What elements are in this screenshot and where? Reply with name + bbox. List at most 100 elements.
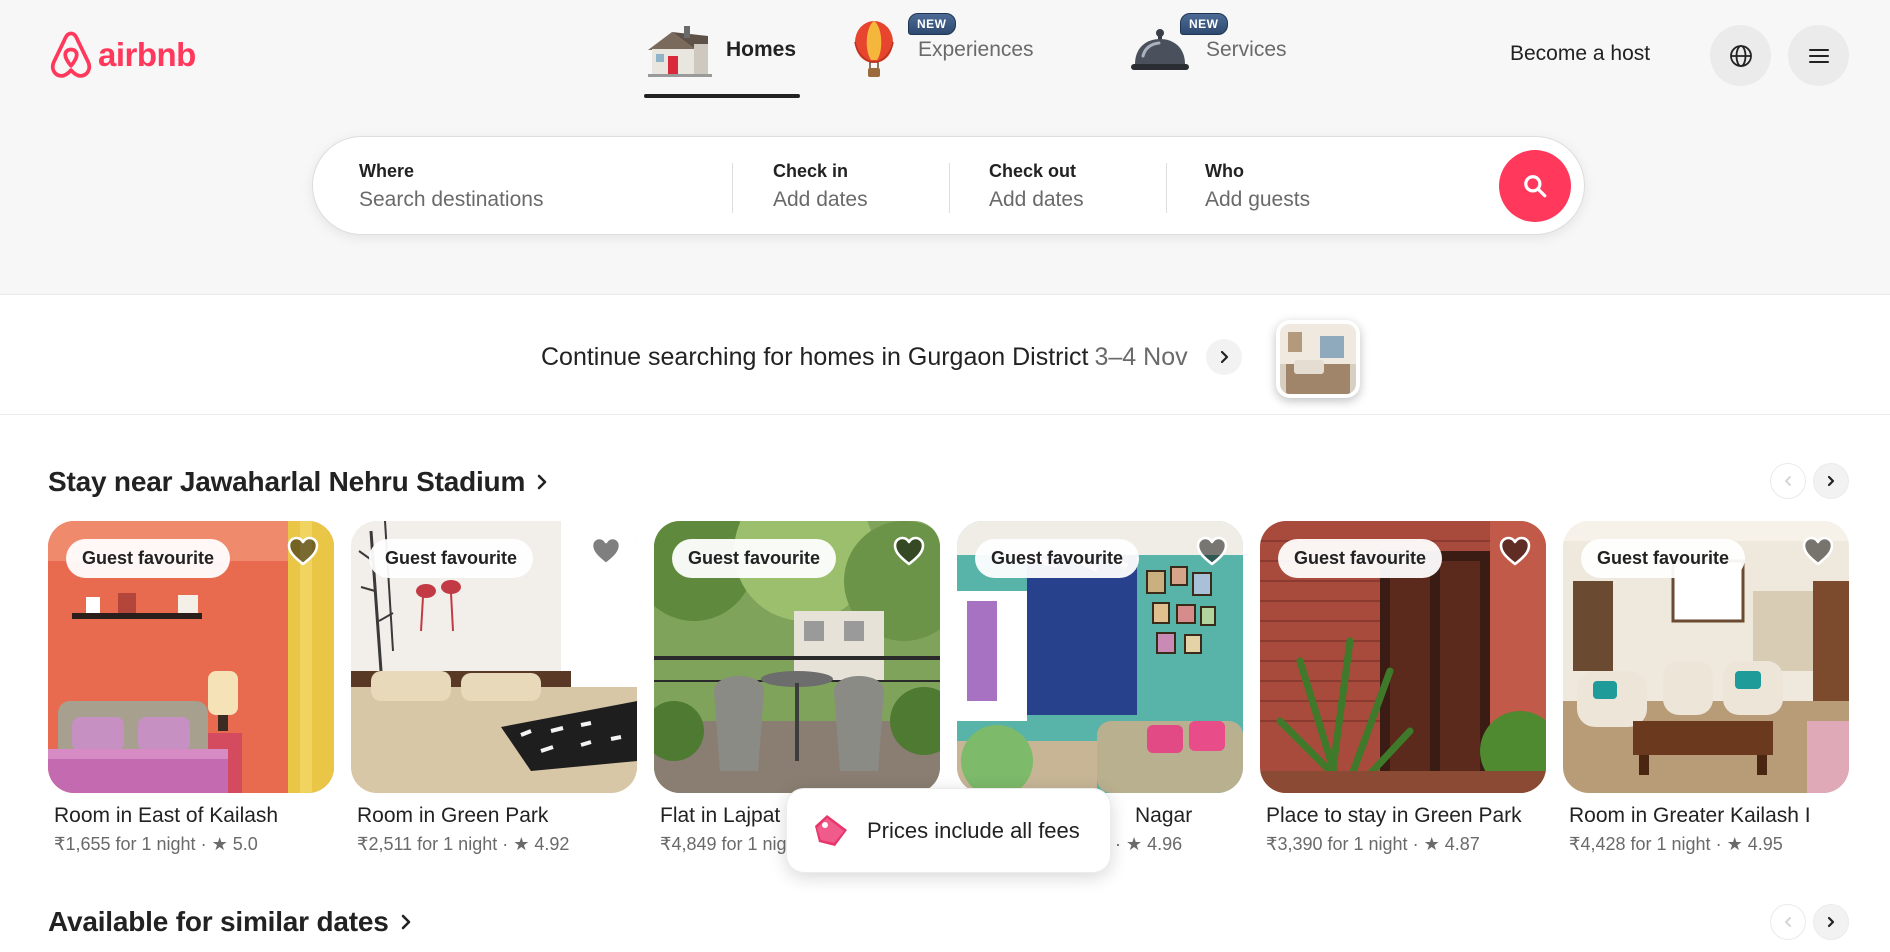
guest-favourite-badge: Guest favourite bbox=[369, 539, 534, 578]
prices-include-fees-toast[interactable]: Prices include all fees bbox=[786, 788, 1111, 873]
carousel-next-button[interactable] bbox=[1813, 463, 1849, 499]
listing-price: ₹4,849 for 1 nig bbox=[660, 834, 787, 854]
star-icon: ★ bbox=[1726, 834, 1743, 854]
listing-price: ₹2,511 for 1 night bbox=[357, 834, 498, 854]
listing-price-rating: ₹2,511 for 1 night · ★ 4.92 bbox=[351, 834, 637, 855]
carousel-prev-button[interactable] bbox=[1770, 904, 1806, 940]
airbnb-wordmark: airbnb bbox=[98, 36, 196, 73]
guest-favourite-badge: Guest favourite bbox=[672, 539, 837, 578]
check-in-value: Add dates bbox=[773, 188, 868, 211]
who-value: Add guests bbox=[1205, 188, 1311, 211]
section-title-similar-dates[interactable]: Available for similar dates bbox=[48, 906, 413, 938]
listing-photo: Guest favourite bbox=[957, 521, 1243, 793]
tab-homes[interactable]: Homes bbox=[640, 0, 800, 100]
house-icon bbox=[640, 20, 716, 80]
listing-rating: 4.92 bbox=[534, 834, 570, 854]
section-title-label: Available for similar dates bbox=[48, 906, 389, 937]
separator-dot: · bbox=[1115, 834, 1126, 854]
continue-searching-button[interactable] bbox=[1205, 339, 1242, 375]
toast-text: Prices include all fees bbox=[867, 817, 1080, 843]
star-icon: ★ bbox=[513, 834, 530, 854]
section-title-stay-near[interactable]: Stay near Jawaharlal Nehru Stadium bbox=[48, 466, 549, 498]
hamburger-menu-icon bbox=[1808, 48, 1829, 63]
destination-search-input[interactable] bbox=[359, 188, 689, 212]
who-label: Who bbox=[1205, 161, 1244, 181]
who-field[interactable]: Who Add guests bbox=[1205, 161, 1310, 212]
listing-card[interactable]: Guest favourite Room in Greater Kailash … bbox=[1563, 521, 1849, 855]
carousel-prev-button[interactable] bbox=[1770, 463, 1806, 499]
new-badge: NEW bbox=[1180, 13, 1228, 35]
where-field[interactable]: Where bbox=[359, 161, 689, 212]
chevron-left-icon bbox=[1785, 917, 1791, 927]
section-title-label: Stay near Jawaharlal Nehru Stadium bbox=[48, 466, 526, 497]
search-button[interactable] bbox=[1499, 150, 1571, 222]
become-a-host-link[interactable]: Become a host bbox=[1510, 42, 1650, 66]
airbnb-logo-icon bbox=[50, 31, 92, 78]
category-nav: Homes Experiences NEW Services NEW bbox=[640, 0, 1338, 100]
tab-homes-label: Homes bbox=[726, 38, 797, 61]
check-out-value: Add dates bbox=[989, 188, 1084, 211]
room-photo-thumbnail bbox=[1280, 324, 1356, 394]
price-tag-icon bbox=[815, 814, 847, 846]
listing-rating: 5.0 bbox=[232, 834, 258, 854]
check-out-label: Check out bbox=[989, 161, 1077, 181]
divider bbox=[949, 163, 950, 213]
listing-title: Room in Green Park bbox=[357, 804, 549, 827]
listing-price: ₹3,390 for 1 night bbox=[1266, 834, 1408, 854]
heart-icon[interactable] bbox=[1801, 535, 1835, 567]
chevron-right-icon bbox=[1827, 475, 1835, 487]
listing-price-rating: ₹3,390 for 1 night · ★ 4.87 bbox=[1260, 834, 1546, 855]
guest-favourite-badge: Guest favourite bbox=[1581, 539, 1746, 578]
listing-title-text: Nagar bbox=[1135, 804, 1193, 827]
tab-services-label: Services bbox=[1206, 38, 1287, 61]
listing-price: ₹4,428 for 1 night bbox=[1569, 834, 1711, 854]
separator-dot: · bbox=[200, 834, 212, 854]
continue-searching-text[interactable]: Continue searching for homes in Gurgaon … bbox=[541, 339, 1242, 375]
listing-card[interactable]: Guest favourite Room in East of Kailash … bbox=[48, 521, 334, 855]
listing-card[interactable]: Guest favourite Room in Green Park ₹2,51… bbox=[351, 521, 637, 855]
tab-experiences[interactable]: Experiences NEW bbox=[844, 0, 1078, 100]
separator-dot: · bbox=[1412, 834, 1424, 854]
listing-rating: 4.96 bbox=[1147, 834, 1183, 854]
carousel-next-button[interactable] bbox=[1813, 904, 1849, 940]
recent-search-thumbnail[interactable] bbox=[1276, 320, 1360, 398]
continue-searching-dates: 3–4 Nov bbox=[1094, 342, 1188, 371]
listing-photo: Guest favourite bbox=[654, 521, 940, 793]
guest-favourite-badge: Guest favourite bbox=[975, 539, 1140, 578]
chevron-right-icon bbox=[401, 914, 410, 930]
airbnb-logo[interactable]: airbnb bbox=[48, 30, 196, 80]
listing-card[interactable]: Guest favourite Place to stay in Green P… bbox=[1260, 521, 1546, 855]
divider bbox=[732, 163, 733, 213]
star-icon: ★ bbox=[1126, 834, 1143, 854]
language-button[interactable] bbox=[1710, 25, 1771, 86]
tab-services[interactable]: Services NEW bbox=[1128, 0, 1338, 100]
divider bbox=[1166, 163, 1167, 213]
listing-rating: 4.87 bbox=[1444, 834, 1480, 854]
heart-icon[interactable] bbox=[589, 535, 623, 567]
search-bar: Where Check in Add dates Check out Add d… bbox=[312, 136, 1585, 235]
listing-title: Room in East of Kailash bbox=[54, 804, 279, 827]
where-label: Where bbox=[359, 161, 415, 181]
globe-icon bbox=[1729, 44, 1752, 67]
main-menu-button[interactable] bbox=[1788, 25, 1849, 86]
heart-icon[interactable] bbox=[286, 535, 320, 567]
heart-icon[interactable] bbox=[892, 535, 926, 567]
listing-photo: Guest favourite bbox=[48, 521, 334, 793]
check-in-field[interactable]: Check in Add dates bbox=[773, 161, 868, 212]
star-icon: ★ bbox=[211, 834, 228, 854]
chevron-right-icon bbox=[1220, 350, 1228, 364]
separator-dot: · bbox=[502, 834, 514, 854]
check-in-label: Check in bbox=[773, 161, 849, 181]
search-icon bbox=[1524, 175, 1547, 198]
listing-title: Room in Greater Kailash I bbox=[1569, 804, 1811, 827]
listing-price: ₹1,655 for 1 night bbox=[54, 834, 196, 854]
heart-icon[interactable] bbox=[1195, 535, 1229, 567]
listing-title: Place to stay in Green Park bbox=[1266, 804, 1522, 827]
separator-dot: · bbox=[1715, 834, 1727, 854]
new-badge: NEW bbox=[908, 13, 956, 35]
chevron-right-icon bbox=[1827, 916, 1835, 928]
continue-searching-label: Continue searching for homes in Gurgaon … bbox=[541, 342, 1089, 371]
heart-icon[interactable] bbox=[1498, 535, 1532, 567]
check-out-field[interactable]: Check out Add dates bbox=[989, 161, 1084, 212]
listing-price-rating: ₹1,655 for 1 night · ★ 5.0 bbox=[48, 834, 334, 855]
